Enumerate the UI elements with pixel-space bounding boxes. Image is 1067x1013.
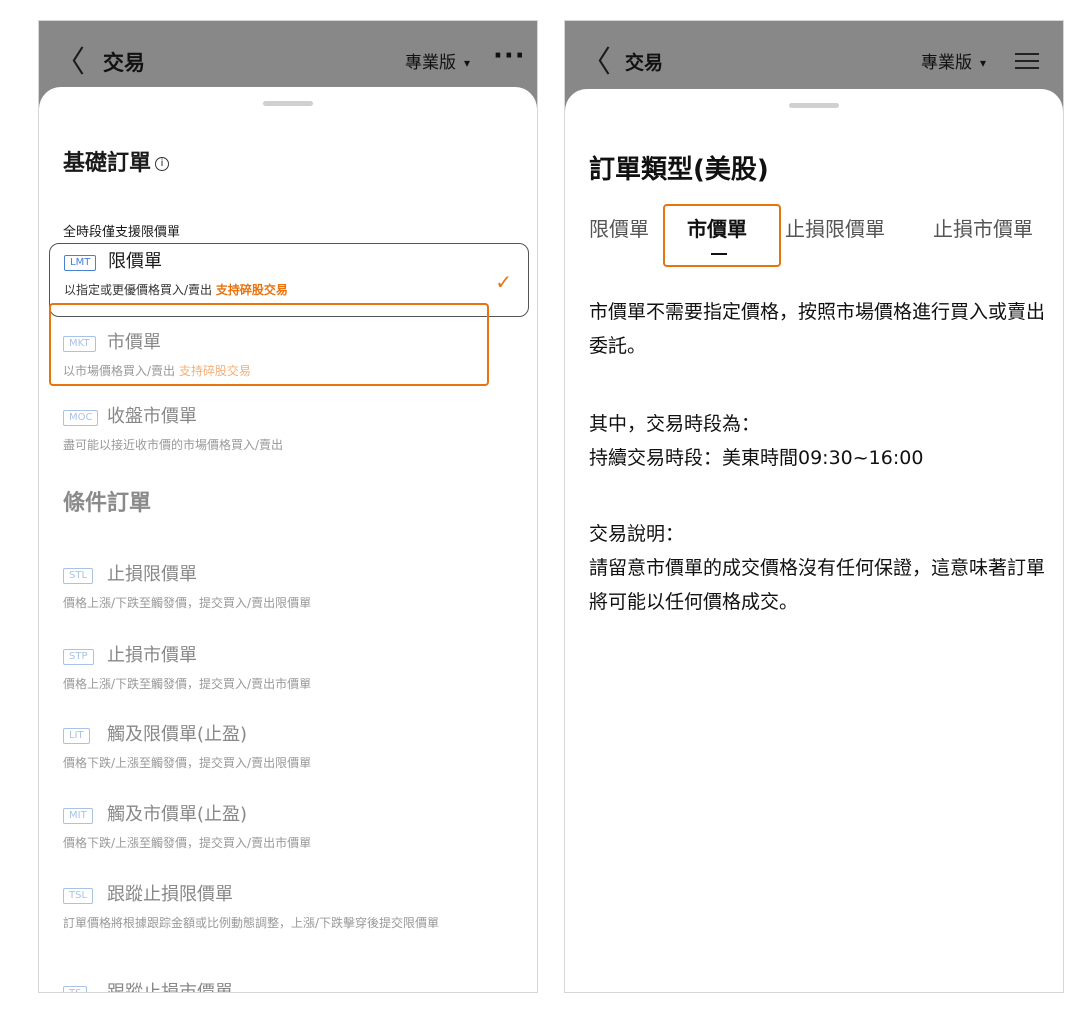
- menu-icon[interactable]: [1015, 51, 1039, 71]
- notes-paragraph: 請留意市價單的成交價格沒有任何保證，這意味著訂單將可能以任何價格成交。: [589, 557, 1046, 613]
- order-option-stp[interactable]: STP 止損市價單 價格上漲/下跌至觸發價，提交買入/賣出市價單: [49, 638, 529, 698]
- caret-down-icon[interactable]: ▾: [980, 56, 986, 70]
- order-option-lit[interactable]: LIT 觸及限價單(止盈) 價格下跌/上漲至觸發價，提交買入/賣出限價單: [49, 717, 529, 777]
- order-picker-screen: 〈 交易 專業版 ▾ ··· 基礎訂單 i 全時段僅支援限價單 LMT 限價單 以…: [38, 20, 538, 993]
- order-desc: 價格下跌/上漲至觸發價，提交買入/賣出限價單: [63, 756, 312, 770]
- info-icon[interactable]: i: [155, 157, 170, 171]
- basic-orders-note: 全時段僅支援限價單: [63, 225, 181, 240]
- more-icon[interactable]: ···: [493, 41, 526, 71]
- order-desc: 價格上漲/下跌至觸發價，提交買入/賣出限價單: [63, 596, 312, 610]
- back-arrow-icon[interactable]: 〈: [581, 45, 611, 81]
- conditional-orders-heading: 條件訂單: [63, 491, 152, 516]
- description-paragraph: 市價單不需要指定價格，按照市場價格進行買入或賣出委託。: [589, 301, 1046, 357]
- tab-stop-market-order[interactable]: 止損市價單: [933, 215, 1033, 243]
- order-name: 觸及限價單(止盈): [107, 724, 248, 745]
- order-tag: MIT: [63, 808, 93, 824]
- page-title: 交易: [103, 51, 145, 75]
- order-desc: 價格上漲/下跌至觸發價，提交買入/賣出市價單: [63, 677, 312, 691]
- basic-orders-heading: 基礎訂單 i: [63, 145, 170, 177]
- order-desc: 價格下跌/上漲至觸發價，提交買入/賣出市價單: [63, 836, 312, 850]
- order-desc: 以指定或更優價格買入/賣出 支持碎股交易: [64, 283, 288, 297]
- order-tag: STL: [63, 568, 94, 584]
- order-option-moc[interactable]: MOC 收盤市價單 盡可能以接近收市價的市場價格買入/賣出: [49, 399, 529, 459]
- order-name: 止損限價單: [107, 564, 197, 585]
- order-tag: MOC: [63, 410, 99, 426]
- tab-limit-order[interactable]: 限價單: [589, 215, 649, 243]
- back-arrow-icon[interactable]: 〈: [55, 45, 85, 81]
- order-tag: LIT: [63, 728, 90, 744]
- order-tag: TS: [63, 986, 88, 992]
- order-option-tsl[interactable]: TSL 跟蹤止損限價單 訂單價格將根據跟踪金額或比例動態調整，上漲/下跌擊穿後提…: [49, 877, 529, 949]
- order-name: 止損市價單: [107, 645, 197, 666]
- order-type-info-screen: 〈 交易 專業版 ▾ 訂單類型(美股) 限價單 市價單 止損限價單 止損市價單 …: [564, 20, 1064, 993]
- pro-version-switch[interactable]: 專業版: [405, 51, 456, 75]
- sheet-drag-handle[interactable]: [789, 103, 839, 108]
- order-tag: LMT: [64, 255, 97, 271]
- order-name: 跟蹤止損限價單: [107, 884, 233, 905]
- trading-hours-value: 持續交易時段：美東時間09:30~16:00: [589, 447, 924, 469]
- sheet-drag-handle[interactable]: [263, 101, 313, 106]
- caret-down-icon[interactable]: ▾: [464, 56, 470, 70]
- order-option-ts[interactable]: TS 跟蹤止損市價單: [49, 975, 529, 993]
- order-name: 觸及市價單(止盈): [107, 804, 248, 825]
- tab-stop-limit-order[interactable]: 止損限價單: [785, 215, 885, 243]
- order-desc: 訂單價格將根據跟踪金額或比例動態調整，上漲/下跌擊穿後提交限價單: [63, 916, 440, 930]
- order-option-mit[interactable]: MIT 觸及市價單(止盈) 價格下跌/上漲至觸發價，提交買入/賣出市價單: [49, 797, 529, 857]
- order-option-stl[interactable]: STL 止損限價單 價格上漲/下跌至觸發價，提交買入/賣出限價單: [49, 557, 529, 617]
- order-name: 限價單: [108, 251, 162, 272]
- order-type-detail-sheet: 訂單類型(美股) 限價單 市價單 止損限價單 止損市價單 市價單不需要指定價格，…: [565, 89, 1063, 992]
- order-name: 跟蹤止損市價單: [107, 982, 233, 993]
- checkmark-icon: ✓: [495, 270, 512, 294]
- pro-version-switch[interactable]: 專業版: [921, 51, 972, 75]
- order-tag: STP: [63, 649, 94, 665]
- active-tab-highlight: [663, 204, 781, 267]
- order-name: 收盤市價單: [107, 406, 197, 427]
- order-type-tabs: 限價單 市價單 止損限價單 止損市價單: [589, 215, 1063, 255]
- notes-label: 交易說明：: [589, 523, 685, 545]
- order-type-sheet: 基礎訂單 i 全時段僅支援限價單 LMT 限價單 以指定或更優價格買入/賣出 支持…: [39, 87, 537, 992]
- trading-hours-label: 其中，交易時段為：: [589, 413, 761, 435]
- order-desc: 盡可能以接近收市價的市場價格買入/賣出: [63, 438, 284, 452]
- detail-title: 訂單類型(美股): [589, 155, 769, 185]
- market-order-highlight: [49, 303, 489, 386]
- order-tag: TSL: [63, 888, 94, 904]
- page-title: 交易: [625, 52, 664, 74]
